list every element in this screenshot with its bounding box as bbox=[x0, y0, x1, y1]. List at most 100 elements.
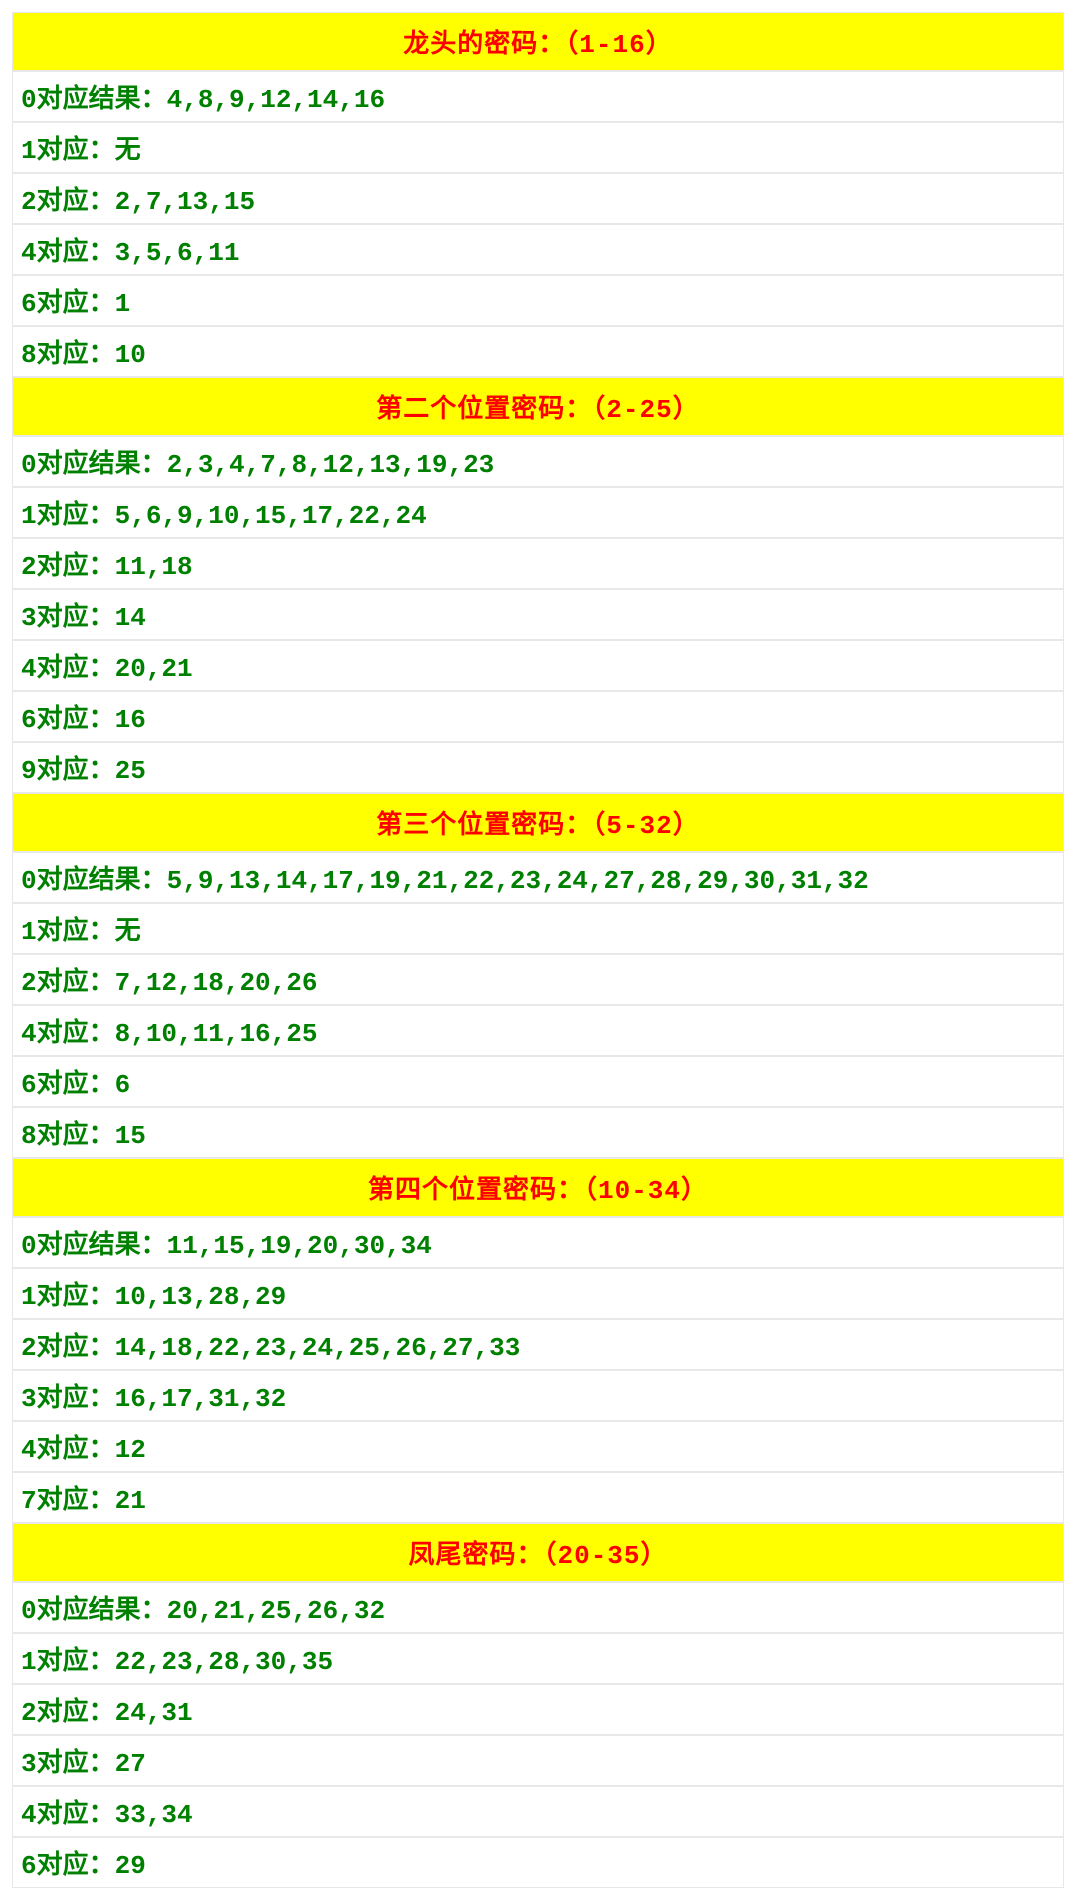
row-key: 6 bbox=[21, 1851, 37, 1881]
row-value: 11,15,19,20,30,34 bbox=[167, 1231, 432, 1261]
data-row: 2对应：2,7,13,15 bbox=[12, 173, 1064, 224]
row-key: 4 bbox=[21, 238, 37, 268]
row-key: 4 bbox=[21, 1435, 37, 1465]
data-row: 2对应：7,12,18,20,26 bbox=[12, 954, 1064, 1005]
row-key: 7 bbox=[21, 1486, 37, 1516]
data-row: 4对应：20,21 bbox=[12, 640, 1064, 691]
section-4: 凤尾密码：（20-35）0对应结果：20,21,25,26,321对应：22,2… bbox=[12, 1523, 1064, 1888]
row-value: 2,7,13,15 bbox=[115, 187, 255, 217]
row-value: 33,34 bbox=[115, 1800, 193, 1830]
row-value: 7,12,18,20,26 bbox=[115, 968, 318, 998]
row-value: 27 bbox=[115, 1749, 146, 1779]
row-separator: 对应： bbox=[37, 187, 115, 217]
data-row: 3对应：14 bbox=[12, 589, 1064, 640]
row-key: 3 bbox=[21, 603, 37, 633]
row-value: 22,23,28,30,35 bbox=[115, 1647, 333, 1677]
row-value: 5,6,9,10,15,17,22,24 bbox=[115, 501, 427, 531]
row-key: 6 bbox=[21, 705, 37, 735]
row-key: 1 bbox=[21, 917, 37, 947]
row-value: 15 bbox=[115, 1121, 146, 1151]
row-value: 2,3,4,7,8,12,13,19,23 bbox=[167, 450, 495, 480]
row-key: 1 bbox=[21, 1282, 37, 1312]
data-row: 7对应：21 bbox=[12, 1472, 1064, 1523]
row-value: 20,21 bbox=[115, 654, 193, 684]
data-row: 0对应结果：4,8,9,12,14,16 bbox=[12, 71, 1064, 122]
row-separator: 对应： bbox=[37, 1121, 115, 1151]
row-separator: 对应： bbox=[37, 917, 115, 947]
data-row: 0对应结果：5,9,13,14,17,19,21,22,23,24,27,28,… bbox=[12, 852, 1064, 903]
row-separator: 对应： bbox=[37, 756, 115, 786]
row-key: 1 bbox=[21, 1647, 37, 1677]
data-row: 1对应：无 bbox=[12, 903, 1064, 954]
row-separator: 对应结果： bbox=[37, 1231, 167, 1261]
data-row: 1对应：10,13,28,29 bbox=[12, 1268, 1064, 1319]
row-key: 8 bbox=[21, 340, 37, 370]
row-value: 3,5,6,11 bbox=[115, 238, 240, 268]
row-separator: 对应： bbox=[37, 1384, 115, 1414]
row-value: 10 bbox=[115, 340, 146, 370]
data-row: 4对应：8,10,11,16,25 bbox=[12, 1005, 1064, 1056]
row-separator: 对应： bbox=[37, 603, 115, 633]
row-separator: 对应结果： bbox=[37, 866, 167, 896]
data-row: 3对应：27 bbox=[12, 1735, 1064, 1786]
section-header: 第二个位置密码：（2-25） bbox=[12, 377, 1064, 436]
row-separator: 对应： bbox=[37, 340, 115, 370]
row-value: 24,31 bbox=[115, 1698, 193, 1728]
row-separator: 对应： bbox=[37, 1749, 115, 1779]
row-separator: 对应结果： bbox=[37, 450, 167, 480]
row-separator: 对应结果： bbox=[37, 85, 167, 115]
row-value: 无 bbox=[115, 917, 141, 947]
row-key: 1 bbox=[21, 136, 37, 166]
row-key: 2 bbox=[21, 1698, 37, 1728]
data-row: 3对应：16,17,31,32 bbox=[12, 1370, 1064, 1421]
section-2: 第三个位置密码：（5-32）0对应结果：5,9,13,14,17,19,21,2… bbox=[12, 793, 1064, 1158]
row-value: 11,18 bbox=[115, 552, 193, 582]
data-row: 6对应：16 bbox=[12, 691, 1064, 742]
row-separator: 对应： bbox=[37, 289, 115, 319]
row-value: 25 bbox=[115, 756, 146, 786]
row-key: 0 bbox=[21, 1596, 37, 1626]
row-separator: 对应： bbox=[37, 552, 115, 582]
row-separator: 对应： bbox=[37, 1851, 115, 1881]
row-key: 6 bbox=[21, 1070, 37, 1100]
section-header: 龙头的密码：（1-16） bbox=[12, 12, 1064, 71]
row-separator: 对应： bbox=[37, 136, 115, 166]
data-row: 4对应：3,5,6,11 bbox=[12, 224, 1064, 275]
row-key: 0 bbox=[21, 85, 37, 115]
row-value: 4,8,9,12,14,16 bbox=[167, 85, 385, 115]
row-key: 1 bbox=[21, 501, 37, 531]
row-separator: 对应： bbox=[37, 501, 115, 531]
row-value: 16,17,31,32 bbox=[115, 1384, 287, 1414]
data-row: 0对应结果：20,21,25,26,32 bbox=[12, 1582, 1064, 1633]
row-separator: 对应： bbox=[37, 1698, 115, 1728]
row-value: 29 bbox=[115, 1851, 146, 1881]
row-value: 20,21,25,26,32 bbox=[167, 1596, 385, 1626]
row-separator: 对应： bbox=[37, 1333, 115, 1363]
data-row: 0对应结果：2,3,4,7,8,12,13,19,23 bbox=[12, 436, 1064, 487]
password-tables-container: 龙头的密码：（1-16）0对应结果：4,8,9,12,14,161对应：无2对应… bbox=[12, 12, 1064, 1888]
row-key: 8 bbox=[21, 1121, 37, 1151]
data-row: 1对应：5,6,9,10,15,17,22,24 bbox=[12, 487, 1064, 538]
data-row: 6对应：29 bbox=[12, 1837, 1064, 1888]
row-value: 21 bbox=[115, 1486, 146, 1516]
data-row: 4对应：12 bbox=[12, 1421, 1064, 1472]
data-row: 9对应：25 bbox=[12, 742, 1064, 793]
row-key: 2 bbox=[21, 1333, 37, 1363]
row-key: 0 bbox=[21, 1231, 37, 1261]
section-1: 第二个位置密码：（2-25）0对应结果：2,3,4,7,8,12,13,19,2… bbox=[12, 377, 1064, 793]
data-row: 2对应：14,18,22,23,24,25,26,27,33 bbox=[12, 1319, 1064, 1370]
data-row: 6对应：6 bbox=[12, 1056, 1064, 1107]
row-key: 4 bbox=[21, 654, 37, 684]
row-value: 6 bbox=[115, 1070, 131, 1100]
row-value: 8,10,11,16,25 bbox=[115, 1019, 318, 1049]
section-3: 第四个位置密码：（10-34）0对应结果：11,15,19,20,30,341对… bbox=[12, 1158, 1064, 1523]
row-separator: 对应： bbox=[37, 968, 115, 998]
row-key: 9 bbox=[21, 756, 37, 786]
row-key: 0 bbox=[21, 866, 37, 896]
data-row: 8对应：15 bbox=[12, 1107, 1064, 1158]
section-header: 第四个位置密码：（10-34） bbox=[12, 1158, 1064, 1217]
row-separator: 对应： bbox=[37, 1019, 115, 1049]
row-separator: 对应： bbox=[37, 1282, 115, 1312]
row-separator: 对应： bbox=[37, 1070, 115, 1100]
data-row: 1对应：无 bbox=[12, 122, 1064, 173]
